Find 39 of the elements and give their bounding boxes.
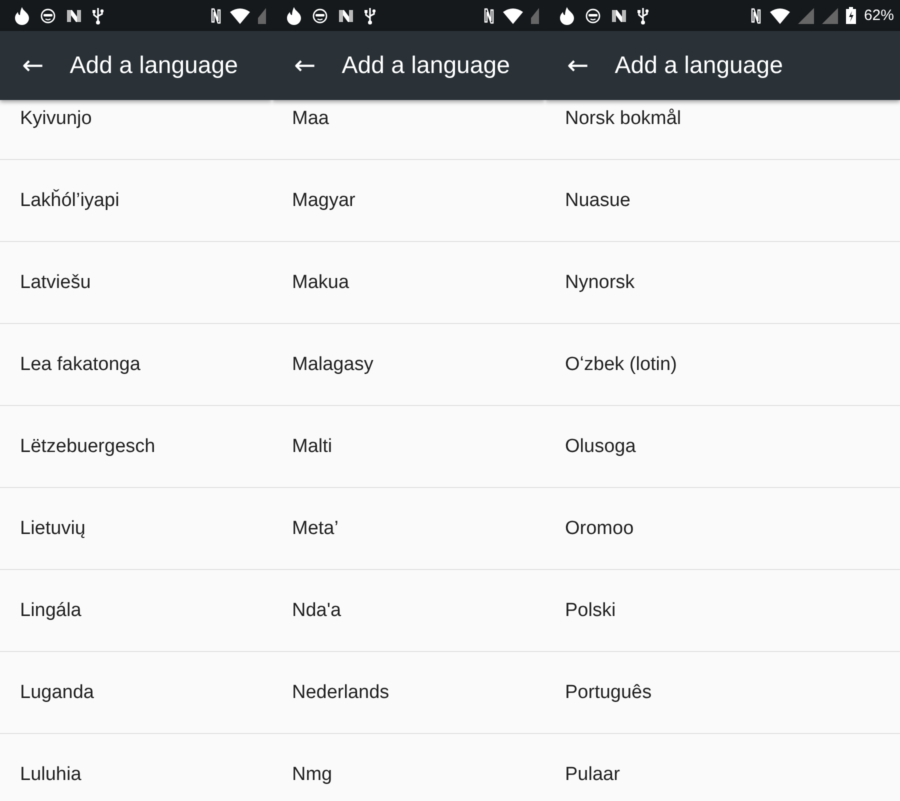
- language-item[interactable]: Oʻzbek (lotin): [545, 324, 900, 406]
- back-button[interactable]: ←: [567, 50, 589, 80]
- flame-icon: [286, 6, 302, 24]
- wifi-icon: [230, 8, 250, 24]
- back-button[interactable]: ←: [294, 50, 316, 80]
- toolbar-title: Add a language: [70, 52, 238, 80]
- face-icon: [585, 8, 601, 24]
- n-logo-icon: [611, 8, 627, 24]
- wifi-icon: [503, 8, 523, 24]
- language-item[interactable]: Nuasue: [545, 160, 900, 242]
- toolbar-title: Add a language: [614, 52, 783, 80]
- face-icon: [312, 8, 328, 24]
- n-logo-icon: [66, 8, 82, 24]
- nfc-icon: [210, 6, 222, 24]
- usb-icon: [92, 6, 104, 24]
- battery-percent: 62%: [864, 7, 894, 24]
- signal-icon: [798, 8, 814, 24]
- usb-icon: [637, 6, 649, 24]
- language-item[interactable]: Português: [545, 652, 900, 734]
- signal-icon: [531, 8, 539, 24]
- language-item[interactable]: Nynorsk: [545, 242, 900, 324]
- nfc-icon: [483, 6, 495, 24]
- n-logo-icon: [338, 8, 354, 24]
- usb-icon: [364, 6, 376, 24]
- signal-icon: [258, 8, 266, 24]
- language-item[interactable]: Norsk bokmål: [545, 100, 900, 160]
- language-item[interactable]: Polski: [545, 570, 900, 652]
- signal-icon: [822, 8, 838, 24]
- wifi-icon: [770, 8, 790, 24]
- language-item[interactable]: Olusoga: [545, 406, 900, 488]
- flame-icon: [14, 6, 30, 24]
- language-item[interactable]: Pulaar: [545, 734, 900, 801]
- battery-icon: [846, 7, 856, 24]
- back-button[interactable]: ←: [22, 50, 44, 80]
- language-item[interactable]: Oromoo: [545, 488, 900, 570]
- face-icon: [40, 8, 56, 24]
- flame-icon: [559, 6, 575, 24]
- toolbar-title: Add a language: [342, 52, 510, 80]
- nfc-icon: [750, 6, 762, 24]
